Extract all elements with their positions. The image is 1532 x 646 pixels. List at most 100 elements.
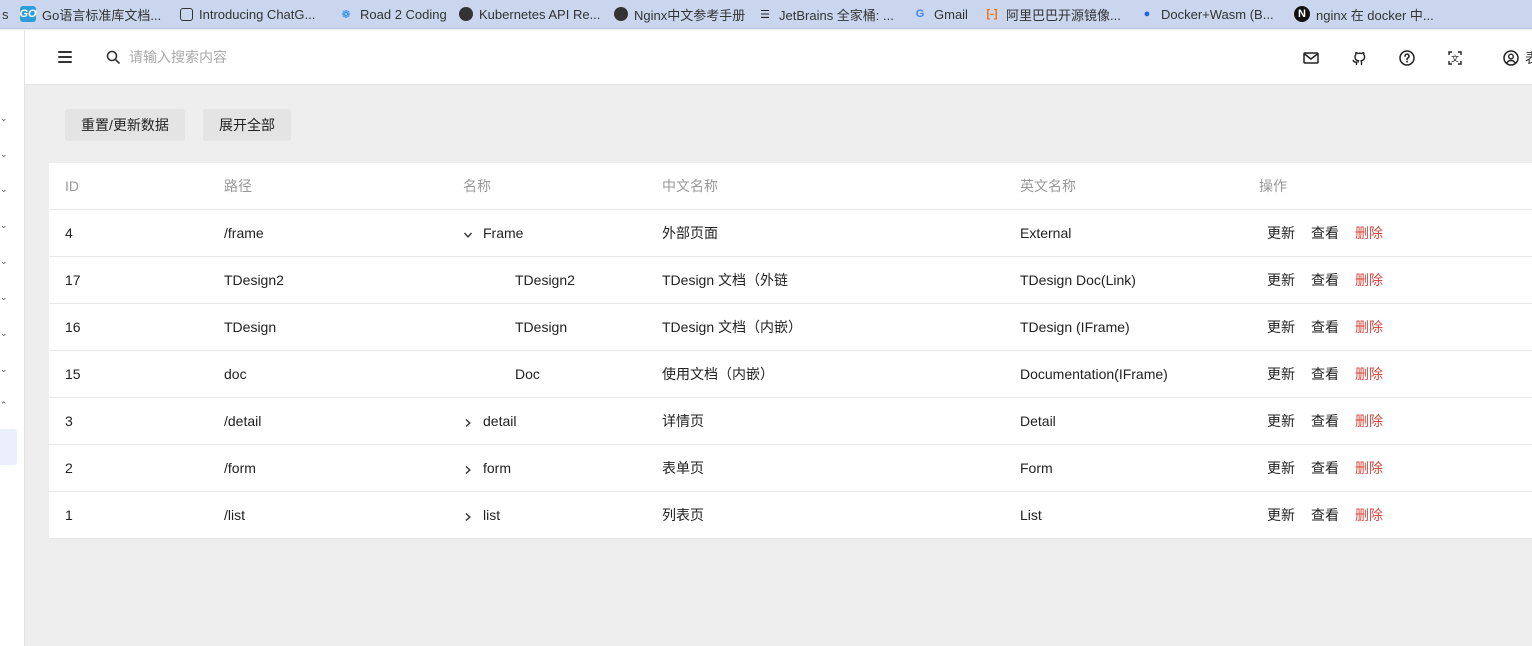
cell-en-name: List bbox=[1020, 507, 1042, 523]
header: 文 表 bbox=[25, 30, 1532, 85]
view-link[interactable]: 查看 bbox=[1311, 507, 1339, 523]
bookmark-label: 阿里巴巴开源镜像... bbox=[1006, 7, 1121, 23]
sidebar-arrow-icon[interactable]: ⌄ bbox=[0, 184, 8, 194]
chevron-down-icon[interactable] bbox=[463, 211, 473, 257]
cell-name-text: detail bbox=[483, 413, 517, 429]
sidebar-arrow-icon[interactable]: ⌄ bbox=[0, 292, 8, 302]
bookmark-aliyun-mirror[interactable]: [-] 阿里巴巴开源镜像... bbox=[976, 0, 1131, 28]
google-icon: G bbox=[915, 8, 925, 20]
update-link[interactable]: 更新 bbox=[1267, 460, 1295, 476]
bookmark-go-stdlib[interactable]: GO Go语言标准库文档... bbox=[12, 0, 172, 28]
delete-link[interactable]: 删除 bbox=[1355, 225, 1383, 241]
menu-toggle-icon[interactable] bbox=[58, 51, 72, 63]
bookmark-nginx-manual[interactable]: Nginx中文参考手册 bbox=[606, 0, 749, 28]
cell-name: Frame bbox=[463, 210, 523, 256]
expand-all-button[interactable]: 展开全部 bbox=[203, 109, 291, 141]
delete-link[interactable]: 删除 bbox=[1355, 319, 1383, 335]
header-name: 名称 bbox=[463, 178, 491, 194]
cell-name: Doc bbox=[515, 351, 540, 397]
cell-cn-name: 表单页 bbox=[662, 460, 704, 476]
table-row: 16 TDesign TDesign TDesign 文档（内嵌） TDesign (I… bbox=[49, 304, 1532, 351]
cell-actions: 更新 查看 删除 bbox=[1267, 210, 1399, 256]
update-link[interactable]: 更新 bbox=[1267, 272, 1295, 288]
cell-actions: 更新 查看 删除 bbox=[1267, 304, 1399, 350]
update-link[interactable]: 更新 bbox=[1267, 225, 1295, 241]
cell-name-text: TDesign2 bbox=[515, 272, 575, 288]
github-icon[interactable] bbox=[1350, 49, 1368, 67]
delete-link[interactable]: 删除 bbox=[1355, 460, 1383, 476]
cell-path: TDesign bbox=[224, 319, 277, 335]
cell-id: 17 bbox=[65, 272, 81, 288]
chevron-right-icon[interactable] bbox=[463, 493, 473, 539]
bookmark-kubernetes[interactable]: Kubernetes API Re... bbox=[451, 0, 606, 28]
cell-actions: 更新 查看 删除 bbox=[1267, 445, 1399, 491]
table-row: 4/frame Frame 外部页面 External 更新 查看 删除 bbox=[49, 210, 1532, 257]
sidebar-arrow-icon[interactable]: ⌄ bbox=[0, 328, 8, 338]
cell-id: 2 bbox=[65, 460, 73, 476]
menu-table: ID 路径 名称 中文名称 英文名称 操作 4/frame Frame 外部页面 Ex… bbox=[49, 163, 1532, 539]
sidebar-arrow-icon[interactable]: ⌄ bbox=[0, 256, 8, 266]
view-link[interactable]: 查看 bbox=[1311, 460, 1339, 476]
sidebar-active-item[interactable] bbox=[0, 429, 17, 465]
update-link[interactable]: 更新 bbox=[1267, 319, 1295, 335]
bookmark-label: JetBrains 全家桶: ... bbox=[779, 7, 894, 23]
reset-data-button[interactable]: 重置/更新数据 bbox=[65, 109, 185, 141]
cell-name: form bbox=[463, 445, 511, 491]
help-icon[interactable] bbox=[1398, 49, 1416, 67]
bookmark-jetbrains[interactable]: ☰ JetBrains 全家桶: ... bbox=[749, 0, 904, 28]
bookmark-label: Introducing ChatG... bbox=[199, 6, 316, 22]
sidebar-arrow-icon[interactable]: ⌄ bbox=[0, 113, 8, 123]
chevron-right-icon[interactable] bbox=[463, 399, 473, 445]
cell-cn-name: 外部页面 bbox=[662, 225, 718, 241]
sidebar-arrow-icon[interactable]: ⌄ bbox=[0, 364, 8, 374]
cell-cn-name: 详情页 bbox=[662, 413, 704, 429]
user-icon[interactable] bbox=[1502, 49, 1520, 67]
view-link[interactable]: 查看 bbox=[1311, 366, 1339, 382]
bookmark-road2coding[interactable]: ❁ Road 2 Coding bbox=[330, 0, 451, 28]
search-input[interactable] bbox=[129, 46, 389, 68]
bookmarks-bar: s GO Go语言标准库文档... Introducing ChatG... ❁… bbox=[0, 0, 1532, 29]
cell-id: 4 bbox=[65, 225, 73, 241]
cell-name-text: list bbox=[483, 507, 501, 523]
bookmark-docker-wasm[interactable]: ● Docker+Wasm (B... bbox=[1131, 0, 1286, 28]
view-link[interactable]: 查看 bbox=[1311, 225, 1339, 241]
sidebar-arrow-icon[interactable]: ⌄ bbox=[0, 220, 8, 230]
delete-link[interactable]: 删除 bbox=[1355, 366, 1383, 382]
openai-icon bbox=[180, 7, 193, 21]
sidebar-arrow-up-icon[interactable]: ⌃ bbox=[0, 400, 8, 410]
bookmark-nginx-docker[interactable]: N nginx 在 docker 中... bbox=[1286, 0, 1436, 28]
table-row: 17 TDesign2 TDesign2 TDesign 文档（外链 TDesign D… bbox=[49, 257, 1532, 304]
table-row: 2/form form 表单页 Form 更新 查看 删除 bbox=[49, 445, 1532, 492]
header-path: 路径 bbox=[224, 178, 252, 194]
bookmark-gmail[interactable]: G Gmail bbox=[904, 0, 976, 28]
cell-cn-name: 列表页 bbox=[662, 507, 704, 523]
cell-path: /detail bbox=[224, 413, 262, 429]
bookmark-label: Nginx中文参考手册 bbox=[634, 7, 746, 23]
update-link[interactable]: 更新 bbox=[1267, 413, 1295, 429]
view-link[interactable]: 查看 bbox=[1311, 413, 1339, 429]
delete-link[interactable]: 删除 bbox=[1355, 272, 1383, 288]
delete-link[interactable]: 删除 bbox=[1355, 507, 1383, 523]
cell-en-name: Documentation(IFrame) bbox=[1020, 366, 1168, 382]
cell-en-name: External bbox=[1020, 225, 1072, 241]
bookmark-chatgpt[interactable]: Introducing ChatG... bbox=[172, 0, 330, 28]
view-link[interactable]: 查看 bbox=[1311, 272, 1339, 288]
cell-actions: 更新 查看 删除 bbox=[1267, 492, 1399, 538]
update-link[interactable]: 更新 bbox=[1267, 366, 1295, 382]
user-name[interactable]: 表 bbox=[1525, 48, 1532, 68]
table-row: 1/list list 列表页 List 更新 查看 删除 bbox=[49, 492, 1532, 539]
delete-link[interactable]: 删除 bbox=[1355, 413, 1383, 429]
header-cn-name: 中文名称 bbox=[662, 178, 718, 194]
chevron-right-icon[interactable] bbox=[463, 446, 473, 492]
sidebar-arrow-icon[interactable]: ⌄ bbox=[0, 149, 8, 159]
mail-icon[interactable] bbox=[1302, 49, 1320, 67]
cell-actions: 更新 查看 删除 bbox=[1267, 351, 1399, 397]
update-link[interactable]: 更新 bbox=[1267, 507, 1295, 523]
view-link[interactable]: 查看 bbox=[1311, 319, 1339, 335]
cell-name-text: TDesign bbox=[515, 319, 568, 335]
cell-en-name: Form bbox=[1020, 460, 1053, 476]
translate-icon[interactable]: 文 bbox=[1446, 49, 1464, 67]
sidebar: ⌄ ⌄ ⌄ ⌄ ⌄ ⌄ ⌄ ⌄ ⌃ bbox=[0, 30, 25, 646]
bookmark-edge-text: s bbox=[2, 6, 9, 22]
cell-path: /form bbox=[224, 460, 256, 476]
